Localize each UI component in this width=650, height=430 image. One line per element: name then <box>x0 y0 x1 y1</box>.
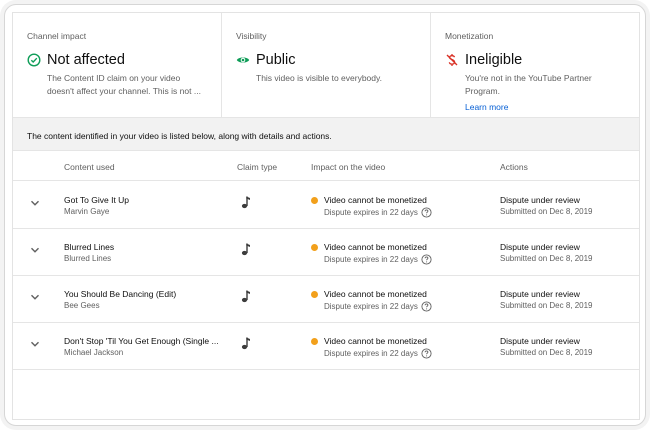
visibility-label: Visibility <box>236 31 267 41</box>
header-impact: Impact on the video <box>311 162 386 172</box>
summary-cards: Channel impact Not affected The Content … <box>13 13 639 117</box>
copyright-claims-panel: Channel impact Not affected The Content … <box>12 12 640 420</box>
action-status: Dispute under review <box>500 195 580 205</box>
table-row: Don't Stop 'Til You Get Enough (Single .… <box>13 323 639 370</box>
check-circle-icon <box>27 53 41 67</box>
chevron-down-icon[interactable] <box>29 197 41 209</box>
learn-more-link[interactable]: Learn more <box>445 102 625 112</box>
table-row: Blurred Lines Blurred Lines Video cannot… <box>13 229 639 276</box>
action-status: Dispute under review <box>500 242 580 252</box>
chevron-down-icon[interactable] <box>29 338 41 350</box>
header-content-used: Content used <box>64 162 115 172</box>
content-artist: Bee Gees <box>64 301 100 310</box>
chevron-down-icon[interactable] <box>29 244 41 256</box>
impact-status-dot <box>311 338 318 345</box>
impact-text: Video cannot be monetized <box>324 336 427 346</box>
table-row: Got To Give It Up Marvin Gaye Video cann… <box>13 182 639 229</box>
content-title: You Should Be Dancing (Edit) <box>64 289 177 299</box>
channel-impact-description: The Content ID claim on your video doesn… <box>47 73 201 96</box>
dispute-expiry: Dispute expires in 22 days <box>324 301 432 312</box>
monetization-card: Monetization Ineligible You're not in th… <box>431 13 639 117</box>
visibility-description: This video is visible to everybody. <box>256 73 382 83</box>
monetization-label: Monetization <box>445 31 494 41</box>
content-artist: Blurred Lines <box>64 254 112 263</box>
channel-impact-card: Channel impact Not affected The Content … <box>13 13 222 117</box>
music-note-icon <box>241 290 250 303</box>
monetization-value: Ineligible <box>465 52 523 68</box>
impact-status-dot <box>311 197 318 204</box>
submitted-date: Submitted on Dec 8, 2019 <box>500 301 593 310</box>
impact-text: Video cannot be monetized <box>324 289 427 299</box>
channel-impact-value: Not affected <box>47 52 125 68</box>
help-icon[interactable] <box>421 254 432 265</box>
help-icon[interactable] <box>421 207 432 218</box>
music-note-icon <box>241 243 250 256</box>
monetization-description: You're not in the YouTube Partner Progra… <box>465 73 592 96</box>
header-claim-type: Claim type <box>237 162 278 172</box>
content-info-banner: The content identified in your video is … <box>13 117 639 151</box>
table-header: Content used Claim type Impact on the vi… <box>13 151 639 181</box>
content-title: Got To Give It Up <box>64 195 130 205</box>
table-row: You Should Be Dancing (Edit) Bee Gees Vi… <box>13 276 639 323</box>
music-note-icon <box>241 196 250 209</box>
content-artist: Marvin Gaye <box>64 207 110 216</box>
channel-impact-label: Channel impact <box>27 31 87 41</box>
content-title: Blurred Lines <box>64 242 115 252</box>
content-artist: Michael Jackson <box>64 348 124 357</box>
music-note-icon <box>241 337 250 350</box>
visibility-value: Public <box>256 52 296 68</box>
dispute-expiry: Dispute expires in 22 days <box>324 207 432 218</box>
submitted-date: Submitted on Dec 8, 2019 <box>500 207 593 216</box>
impact-text: Video cannot be monetized <box>324 242 427 252</box>
chevron-down-icon[interactable] <box>29 291 41 303</box>
submitted-date: Submitted on Dec 8, 2019 <box>500 254 593 263</box>
dispute-expiry: Dispute expires in 22 days <box>324 348 432 359</box>
action-status: Dispute under review <box>500 336 580 346</box>
help-icon[interactable] <box>421 301 432 312</box>
visibility-card: Visibility Public This video is visible … <box>222 13 431 117</box>
eye-icon <box>236 53 250 67</box>
submitted-date: Submitted on Dec 8, 2019 <box>500 348 593 357</box>
impact-text: Video cannot be monetized <box>324 195 427 205</box>
help-icon[interactable] <box>421 348 432 359</box>
header-actions: Actions <box>500 162 528 172</box>
content-title: Don't Stop 'Til You Get Enough (Single .… <box>64 336 219 346</box>
action-status: Dispute under review <box>500 289 580 299</box>
dispute-expiry: Dispute expires in 22 days <box>324 254 432 265</box>
impact-status-dot <box>311 291 318 298</box>
impact-status-dot <box>311 244 318 251</box>
no-dollar-icon <box>445 53 459 67</box>
